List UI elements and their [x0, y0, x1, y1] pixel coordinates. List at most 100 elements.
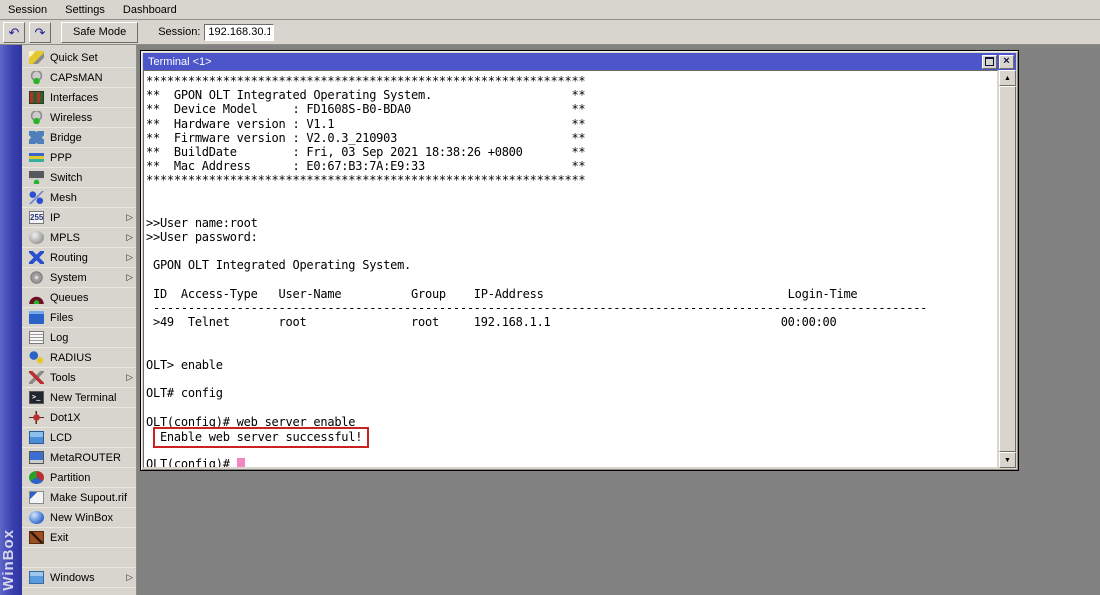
submenu-arrow-icon: ▷: [126, 232, 133, 243]
radius-icon: [29, 351, 44, 364]
sidebar-item-label: Tools: [50, 372, 76, 384]
redo-button[interactable]: ↷: [29, 22, 51, 43]
sidebar-item-routing[interactable]: Routing ▷: [22, 248, 136, 268]
ip-icon: [29, 211, 44, 224]
exit-door-icon: [29, 531, 44, 544]
submenu-arrow-icon: ▷: [126, 212, 133, 223]
sidebar-item-lcd[interactable]: LCD: [22, 428, 136, 448]
sidebar-item-winbox[interactable]: New WinBox: [22, 508, 136, 528]
sidebar-item-files[interactable]: Files: [22, 308, 136, 328]
terminal-line: ** Firmware version : V2.0.3_210903 **: [146, 131, 997, 145]
switch-icon: [29, 171, 44, 184]
sidebar-item-label: Mesh: [50, 192, 77, 204]
sidebar: Quick Set CAPsMAN Interfaces Wireless Bridge…: [22, 45, 137, 595]
terminal-line: [146, 273, 997, 287]
scroll-down-button[interactable]: ▼: [999, 452, 1016, 468]
sidebar-item-interfaces[interactable]: Interfaces: [22, 88, 136, 108]
sidebar-item-label: Files: [50, 312, 73, 324]
terminal-line: >49 Telnet root root 192.168.1.1 00:00:0…: [146, 315, 997, 329]
sidebar-item-ip[interactable]: IP▷: [22, 208, 136, 228]
files-icon: [29, 311, 44, 324]
terminal-line: [146, 329, 997, 343]
undo-button[interactable]: ↶: [3, 22, 25, 43]
sidebar-item-partition[interactable]: Partition: [22, 468, 136, 488]
sidebar-item-quickset[interactable]: Quick Set: [22, 48, 136, 68]
sidebar-item-switch[interactable]: Switch: [22, 168, 136, 188]
terminal-titlebar[interactable]: Terminal <1> ×: [143, 53, 1016, 70]
sidebar-item-queues[interactable]: Queues: [22, 288, 136, 308]
maximize-icon: [985, 57, 994, 66]
magic-wand-icon: [29, 51, 44, 64]
sidebar-item-dot1x[interactable]: Dot1X: [22, 408, 136, 428]
menu-dashboard[interactable]: Dashboard: [123, 4, 177, 16]
sidebar-item-label: MetaROUTER: [50, 452, 121, 464]
sidebar-item-system[interactable]: System▷: [22, 268, 136, 288]
scrollbar-thumb[interactable]: [999, 86, 1016, 452]
mesh-icon: [29, 191, 44, 204]
sidebar-item-tools[interactable]: Tools▷: [22, 368, 136, 388]
sidebar-item-label: Switch: [50, 172, 82, 184]
terminal-line: OLT# config: [146, 386, 997, 400]
winbox-app: Session Settings Dashboard ↶ ↷ Safe Mode…: [0, 0, 1100, 595]
sidebar-item-label: System: [50, 272, 87, 284]
sidebar-item-windows[interactable]: Windows▷: [22, 568, 136, 588]
scroll-up-button[interactable]: ▲: [999, 70, 1016, 86]
sidebar-item-supout[interactable]: Make Supout.rif: [22, 488, 136, 508]
sidebar-item-terminal[interactable]: New Terminal: [22, 388, 136, 408]
safe-mode-button[interactable]: Safe Mode: [61, 22, 138, 43]
arrow-up-icon: ▲: [1004, 75, 1011, 82]
sidebar-item-ppp[interactable]: PPP: [22, 148, 136, 168]
toolbar: ↶ ↷ Safe Mode Session:: [0, 20, 1100, 45]
terminal-line: ----------------------------------------…: [146, 301, 997, 315]
terminal-line: ** Device Model : FD1608S-B0-BDA0 **: [146, 102, 997, 116]
sidebar-item-bridge[interactable]: Bridge: [22, 128, 136, 148]
terminal-line: [146, 188, 997, 202]
terminal-line: >>User name:root: [146, 216, 997, 230]
sidebar-item-label: Log: [50, 332, 68, 344]
sidebar-item-wireless[interactable]: Wireless: [22, 108, 136, 128]
submenu-arrow-icon: ▷: [126, 572, 133, 583]
sidebar-item-label: CAPsMAN: [50, 72, 103, 84]
sidebar-item-label: Dot1X: [50, 412, 81, 424]
terminal-line: ****************************************…: [146, 173, 997, 187]
sidebar-item-label: New WinBox: [50, 512, 113, 524]
sidebar-item-radius[interactable]: RADIUS: [22, 348, 136, 368]
terminal-scrollbar[interactable]: ▲ ▼: [999, 70, 1016, 468]
close-button[interactable]: ×: [999, 55, 1014, 69]
partition-icon: [29, 471, 44, 484]
terminal-line: Enable web server successful!: [146, 429, 997, 443]
sidebar-item-label: Bridge: [50, 132, 82, 144]
menubar: Session Settings Dashboard: [0, 0, 1100, 20]
dot1x-icon: [29, 411, 44, 424]
terminal-line: ** BuildDate : Fri, 03 Sep 2021 18:38:26…: [146, 145, 997, 159]
sidebar-item-exit[interactable]: Exit: [22, 528, 136, 548]
capsman-icon: [29, 71, 44, 84]
submenu-arrow-icon: ▷: [126, 252, 133, 263]
sidebar-spacer: [22, 548, 136, 568]
sidebar-item-label: Wireless: [50, 112, 92, 124]
sidebar-item-label: New Terminal: [50, 392, 116, 404]
system-icon: [29, 271, 44, 284]
terminal-line: OLT(config)#: [146, 457, 997, 468]
session-input[interactable]: [204, 24, 274, 41]
terminal-line: ID Access-Type User-Name Group IP-Addres…: [146, 287, 997, 301]
terminal-window-title: Terminal <1>: [148, 56, 212, 68]
sidebar-item-mpls[interactable]: MPLS▷: [22, 228, 136, 248]
menu-settings[interactable]: Settings: [65, 4, 105, 16]
sidebar-item-label: Queues: [50, 292, 89, 304]
maximize-button[interactable]: [982, 55, 997, 69]
success-message-highlight: Enable web server successful!: [153, 427, 369, 448]
metarouter-icon: [29, 451, 44, 464]
close-icon: ×: [1003, 56, 1009, 67]
sidebar-item-log[interactable]: Log: [22, 328, 136, 348]
terminal-output[interactable]: ****************************************…: [143, 70, 998, 468]
sidebar-item-metarouter[interactable]: MetaROUTER: [22, 448, 136, 468]
tools-icon: [29, 371, 44, 384]
terminal-line: ****************************************…: [146, 74, 997, 88]
sidebar-item-mesh[interactable]: Mesh: [22, 188, 136, 208]
sidebar-item-label: Routing: [50, 252, 88, 264]
sidebar-item-capsman[interactable]: CAPsMAN: [22, 68, 136, 88]
winbox-brand-strip: WinBox: [0, 45, 22, 595]
menu-session[interactable]: Session: [8, 4, 47, 16]
winbox-brand-text: WinBox: [0, 529, 22, 591]
